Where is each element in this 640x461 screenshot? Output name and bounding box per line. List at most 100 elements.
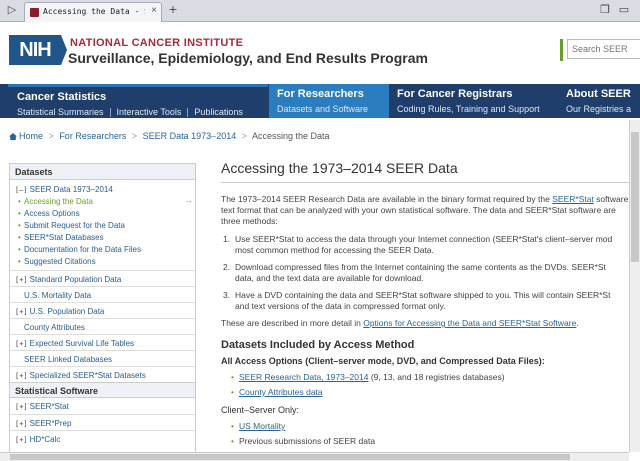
nav-for-registrars-title[interactable]: For Cancer Registrars xyxy=(397,88,513,100)
sidebar-item-label: SEER Data 1973–2014 xyxy=(29,185,113,194)
list-item: Previous submissions of SEER data xyxy=(231,436,640,447)
sidebar-item-label: SEER*Stat xyxy=(29,402,69,411)
nav-publications[interactable]: Publications xyxy=(194,107,243,117)
institute-name[interactable]: NATIONAL CANCER INSTITUTE xyxy=(70,37,243,49)
nav-for-researchers-sub[interactable]: Datasets and Software xyxy=(277,104,368,114)
client-server-list: US Mortality Previous submissions of SEE… xyxy=(221,421,640,447)
nav-for-registrars-sub[interactable]: Coding Rules, Training and Support xyxy=(397,104,540,114)
intro-line-3: three methods: xyxy=(221,216,278,226)
nav-cancer-statistics[interactable]: Cancer Statistics Statistical Summaries I… xyxy=(8,84,268,118)
current-page-arrow-icon: → xyxy=(184,195,193,205)
main-nav: Cancer Statistics Statistical Summaries I… xyxy=(0,84,640,118)
breadcrumb: Home > For Researchers > SEER Data 1973–… xyxy=(9,131,330,141)
sidebar-item-linked-databases[interactable]: SEER Linked Databases xyxy=(10,350,195,366)
detail-text: These are described in more detail in xyxy=(221,318,364,328)
sidebar-item-submit-request[interactable]: Submit Request for the Data xyxy=(10,219,195,231)
expand-toggle[interactable]: [+] xyxy=(15,433,28,448)
nav-cancer-statistics-title[interactable]: Cancer Statistics xyxy=(17,91,106,103)
seerstat-link[interactable]: SEER*Stat xyxy=(552,194,594,204)
breadcrumb-current: Accessing the Data xyxy=(252,131,330,141)
nih-logo[interactable]: NIH xyxy=(9,35,67,65)
sidebar-item-label: Specialized SEER*Stat Datasets xyxy=(29,371,146,380)
search-box xyxy=(560,39,640,61)
list-item: 1. Use SEER*Stat to access the data throu… xyxy=(223,234,640,256)
sidebar-item-accessing-data[interactable]: Accessing the Data → xyxy=(10,195,195,207)
us-mortality-link[interactable]: US Mortality xyxy=(239,421,285,431)
menu-icon[interactable]: ▭ xyxy=(617,3,631,17)
sidebar-item-label: U.S. Population Data xyxy=(29,307,105,316)
tab-title: Accessing the Data - SEER Da xyxy=(43,7,145,16)
title-divider xyxy=(221,182,640,183)
detail-text: . xyxy=(576,318,579,328)
nav-interactive-tools[interactable]: Interactive Tools xyxy=(117,107,182,117)
expand-toggle[interactable]: [+] xyxy=(15,369,28,384)
sidebar-toggle-icon[interactable]: ▷ xyxy=(5,3,19,17)
options-link[interactable]: Options for Accessing the Data and SEER*… xyxy=(363,318,576,328)
intro-line-2: text format that can be analyzed with yo… xyxy=(221,205,616,215)
sidebar-item-access-options[interactable]: Access Options xyxy=(10,207,195,219)
sidebar-item-seerprep[interactable]: [+] SEER*Prep xyxy=(10,414,195,430)
site-header: NIH NATIONAL CANCER INSTITUTE Surveillan… xyxy=(0,23,640,83)
intro-paragraph: The 1973–2014 SEER Research Data are ava… xyxy=(221,194,640,227)
datasets-heading: Datasets Included by Access Method xyxy=(221,339,415,351)
home-icon[interactable] xyxy=(9,133,17,140)
list-item: County Attributes data xyxy=(231,387,640,398)
list-text: (9, 13, and 18 registries databases) xyxy=(368,372,505,382)
list-text: most common method for accessing the SEE… xyxy=(235,245,434,255)
list-text: and text versions of the data in compres… xyxy=(235,301,446,311)
breadcrumb-home[interactable]: Home xyxy=(19,131,43,141)
program-name[interactable]: Surveillance, Epidemiology, and End Resu… xyxy=(68,50,428,66)
sidebar-heading-datasets: Datasets xyxy=(10,164,195,180)
sidebar-item-seer-data[interactable]: [–] SEER Data 1973–2014 xyxy=(10,183,195,195)
sidebar-item-label: Accessing the Data xyxy=(24,197,93,206)
breadcrumb-separator: > xyxy=(241,131,247,141)
sidebar-item-us-population[interactable]: [+] U.S. Population Data xyxy=(10,302,195,318)
sidebar-item-documentation[interactable]: Documentation for the Data Files xyxy=(10,243,195,255)
county-attributes-link[interactable]: County Attributes data xyxy=(239,387,323,397)
page-title: Accessing the 1973–2014 SEER Data xyxy=(221,160,458,176)
sidebar-item-seerstat[interactable]: [+] SEER*Stat xyxy=(10,398,195,414)
vertical-scroll-thumb[interactable] xyxy=(631,132,639,262)
breadcrumb-separator: > xyxy=(48,131,54,141)
horizontal-scrollbar[interactable] xyxy=(0,452,629,461)
seer-research-data-link[interactable]: SEER Research Data, 1973–2014 xyxy=(239,372,368,382)
detail-paragraph: These are described in more detail in Op… xyxy=(221,318,640,329)
intro-text: software xyxy=(593,194,629,204)
tab-overview-icon[interactable]: ❐ xyxy=(598,3,612,17)
new-tab-icon[interactable]: + xyxy=(166,3,180,17)
favicon-icon xyxy=(30,8,39,17)
search-input[interactable] xyxy=(567,39,640,59)
list-item: 3. Have a DVD containing the data and SEE… xyxy=(223,290,640,312)
sidebar-item-us-mortality[interactable]: U.S. Mortality Data xyxy=(10,286,195,302)
nav-about-seer-title[interactable]: About SEER xyxy=(566,88,631,100)
nav-for-researchers[interactable]: For Researchers Datasets and Software xyxy=(269,84,389,118)
breadcrumb-for-researchers[interactable]: For Researchers xyxy=(59,131,126,141)
nav-statistical-summaries[interactable]: Statistical Summaries xyxy=(17,107,104,117)
sidebar-item-citations[interactable]: Suggested Citations xyxy=(10,255,195,267)
sidebar-item-label: SEER*Prep xyxy=(29,419,72,428)
breadcrumb-separator: > xyxy=(131,131,138,141)
nav-for-researchers-title[interactable]: For Researchers xyxy=(277,88,364,100)
list-item: 2. Download compressed files from the Int… xyxy=(223,262,640,284)
intro-text: The 1973–2014 SEER Research Data are ava… xyxy=(221,194,553,204)
nav-about-seer[interactable]: About SEER Our Registries a xyxy=(560,84,640,118)
sidebar-item-seerstat-databases[interactable]: SEER*Stat Databases xyxy=(10,231,195,243)
browser-tab[interactable]: Accessing the Data - SEER Da × xyxy=(24,2,162,22)
list-text: Use SEER*Stat to access the data through… xyxy=(235,234,613,244)
nav-subitems: Statistical Summaries Interactive Tools Pu… xyxy=(17,107,243,118)
all-access-heading: All Access Options (Client–server mode, … xyxy=(221,356,545,366)
sidebar-item-standard-population[interactable]: [+] Standard Population Data xyxy=(10,270,195,286)
list-item: US Mortality xyxy=(231,421,640,432)
main-content: Accessing the 1973–2014 SEER Data The 19… xyxy=(221,160,640,461)
breadcrumb-seer-data[interactable]: SEER Data 1973–2014 xyxy=(143,131,237,141)
nav-for-registrars[interactable]: For Cancer Registrars Coding Rules, Trai… xyxy=(390,84,560,118)
horizontal-scroll-thumb[interactable] xyxy=(10,454,570,460)
close-tab-icon[interactable]: × xyxy=(151,5,157,16)
sidebar-item-county-attributes[interactable]: County Attributes xyxy=(10,318,195,334)
nav-about-seer-sub[interactable]: Our Registries a xyxy=(566,104,631,114)
sidebar-item-hdcalc[interactable]: [+] HD*Calc xyxy=(10,430,195,446)
vertical-scrollbar[interactable] xyxy=(629,120,640,452)
expand-toggle[interactable]: [+] xyxy=(15,400,28,415)
sidebar-item-specialized-datasets[interactable]: [+] Specialized SEER*Stat Datasets xyxy=(10,366,195,382)
sidebar-item-life-tables[interactable]: [+] Expected Survival Life Tables xyxy=(10,334,195,350)
